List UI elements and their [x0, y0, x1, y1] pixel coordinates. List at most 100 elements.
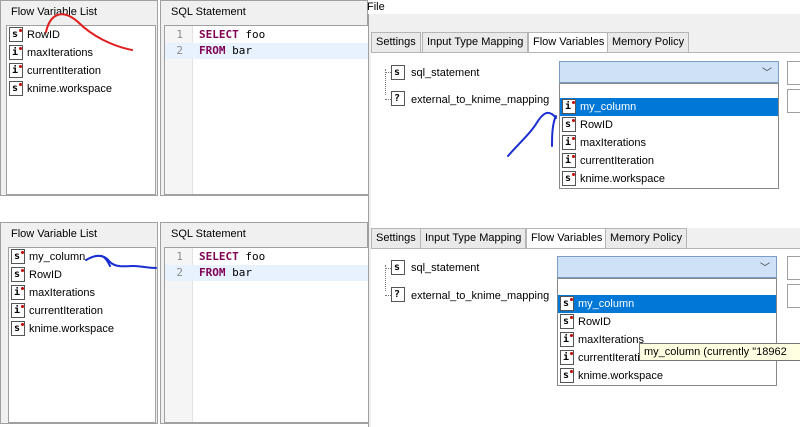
integer-variable-icon: i [562, 153, 576, 168]
top-dropdown-list: i my_column s RowID i maxIterations i cu… [559, 83, 779, 189]
list-item-label: currentIteration [27, 65, 101, 77]
bottom-tab-bar: Settings Input Type Mapping Flow Variabl… [371, 228, 800, 249]
list-item[interactable]: s my_column [9, 248, 155, 266]
dropdown-option-label: maxIterations [580, 137, 647, 149]
list-item[interactable]: s RowID [9, 266, 155, 284]
code-line: 1 SELECT foo [165, 27, 368, 43]
dropdown-option-label: currentIteration [580, 155, 654, 167]
list-item-label: maxIterations [27, 47, 94, 59]
list-item-label: knime.workspace [29, 323, 114, 335]
dropdown-option-label: my_column [578, 298, 635, 310]
list-item[interactable]: s knime.workspace [9, 320, 155, 338]
bottom-variable-dropdown[interactable]: ﹀ [557, 256, 777, 278]
unknown-type-icon: ? [391, 287, 405, 302]
dropdown-option-label: knime.workspace [580, 173, 665, 185]
bottom-sql-statement-panel: SQL Statement 1 SELECT foo 2 FROM bar [160, 222, 369, 424]
integer-variable-icon: i [9, 63, 23, 78]
list-item[interactable]: i maxIterations [9, 284, 155, 302]
top-sql-statement-title: SQL Statement [171, 6, 246, 18]
top-side-field-1[interactable] [787, 61, 800, 85]
dropdown-option[interactable]: s knime.workspace [558, 367, 776, 385]
integer-variable-icon: i [11, 285, 25, 300]
tab-settings[interactable]: Settings [371, 228, 421, 248]
code-line-current: 2 FROM bar [165, 43, 368, 59]
dropdown-option-label: maxIterations [578, 334, 645, 346]
bottom-flow-variable-list: s my_column s RowID i maxIterations i cu… [8, 247, 156, 423]
bottom-sql-editor[interactable]: 1 SELECT foo 2 FROM bar [164, 247, 369, 423]
sql-text: foo [238, 28, 266, 41]
dropdown-option-label: knime.workspace [578, 370, 663, 382]
list-item-label: RowID [29, 269, 63, 281]
string-variable-icon: s [560, 314, 574, 329]
line-number: 1 [176, 28, 183, 41]
setting-label-sql-statement: sql_statement [411, 67, 480, 79]
bottom-side-field-1[interactable] [787, 256, 800, 280]
tab-settings[interactable]: Settings [371, 32, 421, 52]
tab-memory-policy[interactable]: Memory Policy [605, 228, 688, 248]
list-item[interactable]: s RowID [7, 26, 155, 44]
string-variable-icon: s [391, 260, 405, 275]
list-item[interactable]: i currentIteration [9, 302, 155, 320]
line-number: 2 [176, 266, 183, 279]
list-item[interactable]: i maxIterations [7, 44, 155, 62]
top-tab-content: s sql_statement ? external_to_knime_mapp… [371, 52, 800, 228]
string-variable-icon: s [11, 321, 25, 336]
bottom-flow-variable-panel: Flow Variable List s my_column s RowID i… [0, 222, 158, 424]
chevron-down-icon: ﹀ [760, 263, 770, 274]
list-item-label: maxIterations [29, 287, 96, 299]
setting-label-sql-statement: sql_statement [411, 262, 480, 274]
sql-text: bar [225, 44, 252, 57]
dropdown-option[interactable]: i maxIterations [560, 134, 778, 152]
bottom-dropdown-list: s my_column s RowID i maxIterations i cu… [557, 278, 777, 386]
sql-keyword: FROM [199, 266, 226, 279]
code-line-current: 2 FROM bar [165, 265, 368, 281]
string-variable-icon: s [9, 81, 23, 96]
top-sql-editor[interactable]: 1 SELECT foo 2 FROM bar [164, 25, 369, 195]
setting-label-external-mapping: external_to_knime_mapping [411, 94, 550, 106]
sql-keyword: SELECT [199, 28, 239, 41]
dropdown-option[interactable]: s RowID [560, 116, 778, 134]
dropdown-option[interactable]: i currentIteration [560, 152, 778, 170]
top-variable-dropdown[interactable]: ﹀ [559, 61, 779, 83]
tab-input-type-mapping[interactable]: Input Type Mapping [422, 32, 529, 52]
list-item[interactable]: s knime.workspace [7, 80, 155, 98]
top-flow-variable-list-title: Flow Variable List [11, 6, 97, 18]
bottom-tab-content: s sql_statement ? external_to_knime_mapp… [371, 248, 800, 427]
line-number: 2 [176, 44, 183, 57]
dropdown-option[interactable]: s my_column [558, 295, 776, 313]
top-sql-statement-panel: SQL Statement 1 SELECT foo 2 FROM bar [160, 0, 369, 196]
integer-variable-icon: i [562, 135, 576, 150]
dropdown-option[interactable]: i my_column [560, 98, 778, 116]
string-variable-icon: s [560, 296, 574, 311]
top-side-field-2[interactable] [787, 89, 800, 113]
list-item-label: knime.workspace [27, 83, 112, 95]
unknown-type-icon: ? [391, 91, 405, 106]
top-flow-variable-panel: Flow Variable List s RowID i maxIteratio… [0, 0, 158, 196]
list-item-label: my_column [29, 251, 86, 263]
string-variable-icon: s [11, 249, 25, 264]
sql-keyword: SELECT [199, 250, 239, 263]
file-menu[interactable]: File [367, 0, 385, 14]
top-flow-variable-list: s RowID i maxIterations i currentIterati… [6, 25, 156, 195]
dropdown-option[interactable]: s RowID [558, 313, 776, 331]
bottom-flow-variable-list-title: Flow Variable List [11, 228, 97, 240]
tab-flow-variables[interactable]: Flow Variables [526, 228, 608, 249]
string-variable-icon: s [560, 368, 574, 383]
top-tab-bar: Settings Input Type Mapping Flow Variabl… [371, 32, 800, 53]
dropdown-option[interactable]: s knime.workspace [560, 170, 778, 188]
list-item[interactable]: i currentIteration [7, 62, 155, 80]
dropdown-option-label: my_column [580, 101, 637, 113]
bottom-side-field-2[interactable] [787, 284, 800, 308]
tab-memory-policy[interactable]: Memory Policy [607, 32, 690, 52]
integer-variable-icon: i [560, 350, 574, 365]
sql-text: foo [238, 250, 266, 263]
tab-flow-variables[interactable]: Flow Variables [528, 32, 610, 53]
string-variable-icon: s [9, 27, 23, 42]
chevron-down-icon: ﹀ [762, 68, 772, 79]
tab-input-type-mapping[interactable]: Input Type Mapping [420, 228, 527, 248]
bottom-sql-statement-title: SQL Statement [171, 228, 246, 240]
string-variable-icon: s [11, 267, 25, 282]
dropdown-option-label: RowID [578, 316, 612, 328]
code-line: 1 SELECT foo [165, 249, 368, 265]
line-number: 1 [176, 250, 183, 263]
